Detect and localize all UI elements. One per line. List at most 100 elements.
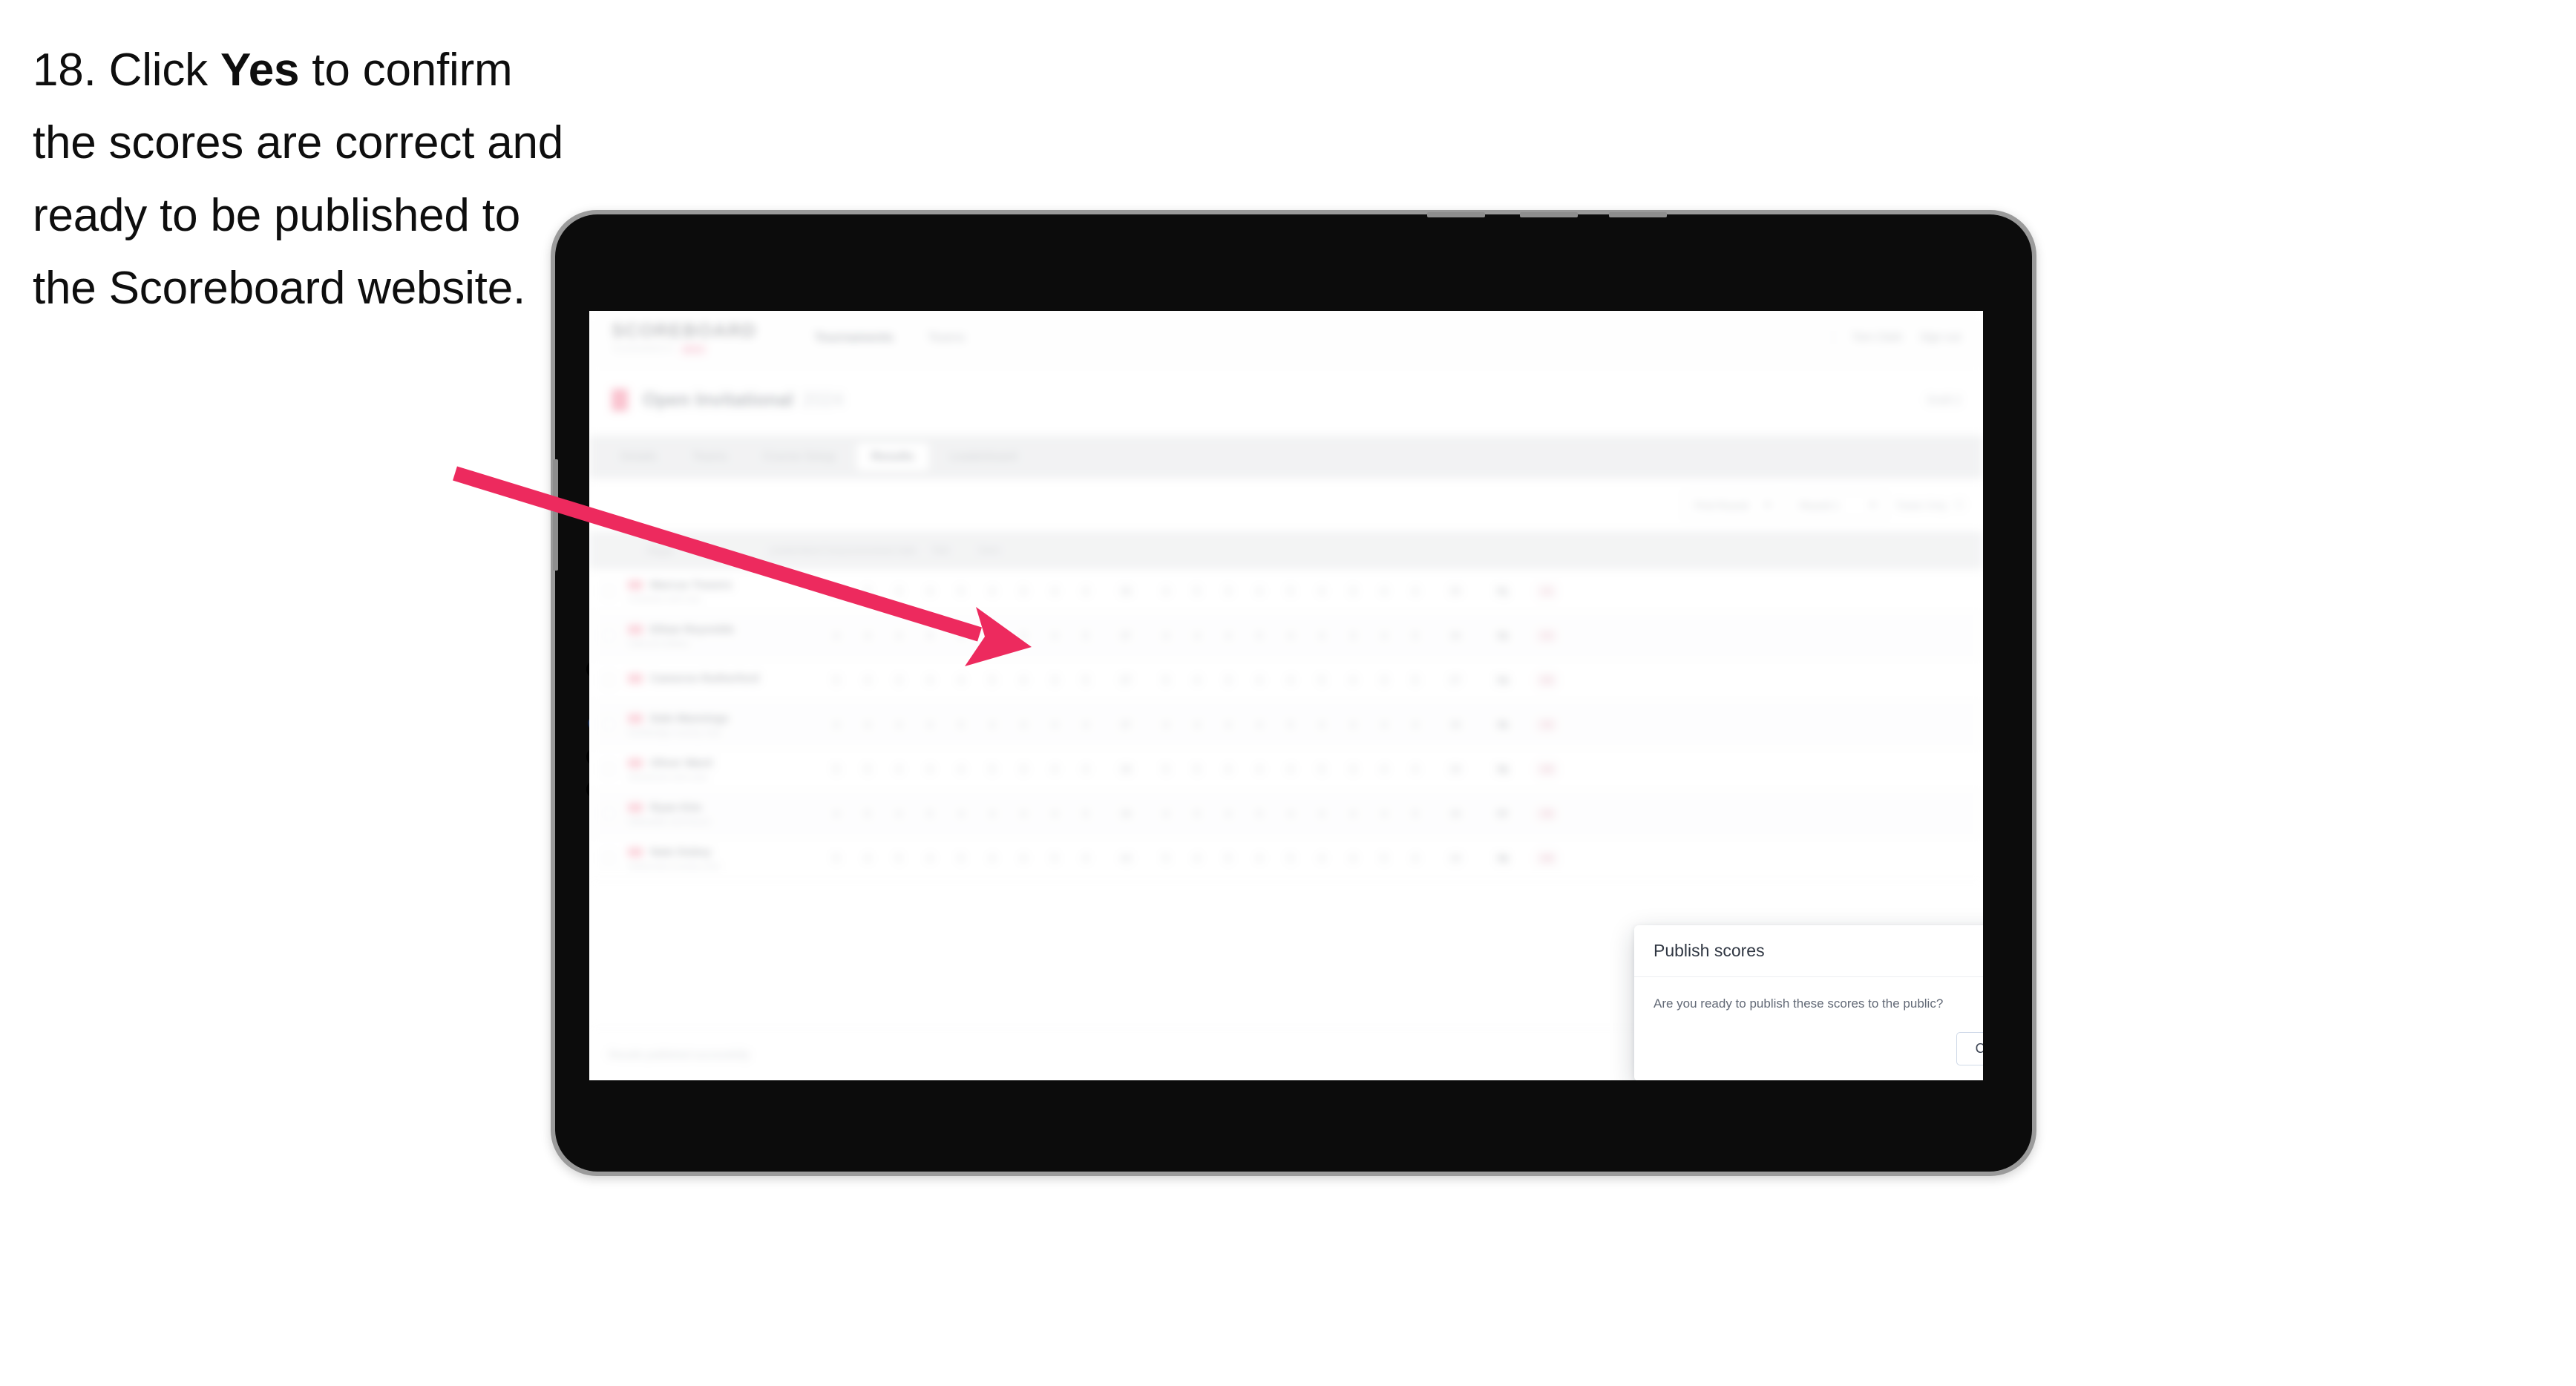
score-hole-14[interactable]: 4 xyxy=(1275,674,1306,686)
score-in[interactable]: 38 xyxy=(1431,808,1480,819)
score-hole-6[interactable]: 5 xyxy=(977,674,1008,686)
score-hole-1[interactable]: 5 xyxy=(821,674,852,686)
score-hole-11[interactable]: 4 xyxy=(1182,674,1213,686)
score-in[interactable]: 38 xyxy=(1431,719,1480,730)
row-checkbox[interactable] xyxy=(589,718,628,731)
score-hole-18[interactable]: 5 xyxy=(1400,630,1431,641)
score-hole-10[interactable]: 5 xyxy=(1150,674,1182,686)
score-hole-9[interactable]: 4 xyxy=(1070,763,1101,775)
app-logo[interactable]: SCOREBOARD TOURNAMENTS BETA xyxy=(612,321,757,355)
score-hole-17[interactable]: 4 xyxy=(1369,585,1400,597)
score-hole-15[interactable]: 4 xyxy=(1306,630,1337,641)
score-hole-16[interactable]: 4 xyxy=(1337,808,1369,819)
score-out[interactable]: 37 xyxy=(1101,630,1150,641)
table-row[interactable]: Nate Dubey Harborview Country Club 5 4 5 4 5 4 4… xyxy=(589,836,1983,881)
score-hole-1[interactable]: 5 xyxy=(821,763,852,775)
score-hole-8[interactable]: 4 xyxy=(1039,808,1070,819)
tab-leaderboard[interactable]: Leaderboard xyxy=(935,443,1032,471)
score-hole-14[interactable]: 5 xyxy=(1275,719,1306,730)
score-hole-4[interactable]: 4 xyxy=(914,763,945,775)
score-hole-11[interactable]: 4 xyxy=(1182,853,1213,864)
tab-teams[interactable]: Teams xyxy=(678,443,742,471)
score-hole-9[interactable]: 5 xyxy=(1070,630,1101,641)
score-hole-4[interactable]: 5 xyxy=(914,808,945,819)
score-hole-10[interactable]: 4 xyxy=(1150,719,1182,730)
score-hole-11[interactable]: 5 xyxy=(1182,808,1213,819)
score-out[interactable]: 39 xyxy=(1101,808,1150,819)
checkbox-icon[interactable] xyxy=(602,585,615,597)
score-hole-3[interactable]: 3 xyxy=(883,674,914,686)
score-hole-7[interactable]: 3 xyxy=(1008,630,1039,641)
score-hole-1[interactable]: 4 xyxy=(821,585,852,597)
table-row[interactable]: Ethan Reynolds Oakmont Athletic 4 4 4 5 4 4 3 4 5 3… xyxy=(589,614,1983,658)
score-hole-14[interactable]: 4 xyxy=(1275,763,1306,775)
score-hole-8[interactable]: 4 xyxy=(1039,585,1070,597)
tab-details[interactable]: Details xyxy=(606,443,672,471)
totals-toggle[interactable]: Totals Only ☐ xyxy=(1895,499,1964,511)
table-row[interactable]: Marcus Travers Crestview Golf Club 4 5 3 4 5 4 3… xyxy=(589,569,1983,614)
score-hole-3[interactable]: 4 xyxy=(883,630,914,641)
row-checkbox[interactable] xyxy=(589,674,628,686)
score-out[interactable]: 40 xyxy=(1101,853,1150,864)
score-hole-11[interactable]: 4 xyxy=(1182,630,1213,641)
score-hole-18[interactable]: 5 xyxy=(1400,674,1431,686)
tab-course-setup[interactable]: Course Setup xyxy=(748,443,851,471)
score-hole-5[interactable]: 5 xyxy=(945,585,977,597)
score-hole-12[interactable]: 3 xyxy=(1213,585,1244,597)
score-hole-6[interactable]: 4 xyxy=(977,630,1008,641)
score-hole-15[interactable]: 4 xyxy=(1306,853,1337,864)
score-hole-16[interactable]: 4 xyxy=(1337,853,1369,864)
score-hole-7[interactable]: 4 xyxy=(1008,719,1039,730)
score-hole-14[interactable]: 4 xyxy=(1275,630,1306,641)
row-checkbox[interactable] xyxy=(589,852,628,864)
score-hole-11[interactable]: 4 xyxy=(1182,719,1213,730)
score-hole-13[interactable]: 4 xyxy=(1244,585,1275,597)
score-in[interactable]: 35 xyxy=(1431,585,1480,597)
score-hole-7[interactable]: 4 xyxy=(1008,808,1039,819)
table-row[interactable]: Oliver Ward Silverbrook Golf Links 5 5 4 4 4 5 3… xyxy=(589,747,1983,792)
score-hole-2[interactable]: 5 xyxy=(852,763,883,775)
score-hole-13[interactable]: 5 xyxy=(1244,630,1275,641)
score-hole-2[interactable]: 5 xyxy=(852,808,883,819)
search-input[interactable] xyxy=(609,490,1674,520)
sort-select[interactable]: Round 1 ▾ xyxy=(1790,490,1886,520)
nav-item-teams[interactable]: Teams xyxy=(928,330,965,345)
score-hole-15[interactable]: 4 xyxy=(1306,585,1337,597)
hardware-button-top-3[interactable] xyxy=(1609,212,1667,217)
table-row[interactable]: Dale Mannings Northbridge Country Club 4 4 4… xyxy=(589,703,1983,747)
score-hole-8[interactable]: 4 xyxy=(1039,763,1070,775)
checkbox-icon[interactable] xyxy=(602,629,615,642)
score-hole-2[interactable]: 4 xyxy=(852,674,883,686)
checkbox-icon[interactable] xyxy=(602,807,615,820)
score-hole-18[interactable]: 4 xyxy=(1400,763,1431,775)
score-out[interactable]: 36 xyxy=(1101,585,1150,597)
score-hole-11[interactable]: 5 xyxy=(1182,763,1213,775)
score-hole-18[interactable]: 4 xyxy=(1400,585,1431,597)
score-hole-12[interactable]: 4 xyxy=(1213,763,1244,775)
score-hole-17[interactable]: 4 xyxy=(1369,808,1400,819)
score-hole-5[interactable]: 4 xyxy=(945,630,977,641)
round-select[interactable]: First Round ▾ xyxy=(1685,490,1780,520)
score-hole-10[interactable]: 5 xyxy=(1150,853,1182,864)
hardware-button-top-2[interactable] xyxy=(1520,212,1578,217)
score-hole-10[interactable]: 4 xyxy=(1150,585,1182,597)
score-hole-15[interactable]: 5 xyxy=(1306,763,1337,775)
score-hole-17[interactable]: 4 xyxy=(1369,719,1400,730)
tab-results[interactable]: Results xyxy=(856,443,929,471)
score-hole-2[interactable]: 5 xyxy=(852,585,883,597)
score-out[interactable]: 38 xyxy=(1101,763,1150,775)
score-hole-6[interactable]: 4 xyxy=(977,719,1008,730)
score-in[interactable]: 36 xyxy=(1431,630,1480,641)
score-hole-2[interactable]: 4 xyxy=(852,630,883,641)
score-out[interactable]: 37 xyxy=(1101,719,1150,730)
score-hole-10[interactable]: 4 xyxy=(1150,808,1182,819)
score-hole-13[interactable]: 5 xyxy=(1244,808,1275,819)
score-hole-13[interactable]: 4 xyxy=(1244,763,1275,775)
score-hole-12[interactable]: 4 xyxy=(1213,808,1244,819)
score-hole-2[interactable]: 4 xyxy=(852,719,883,730)
score-hole-1[interactable]: 5 xyxy=(821,853,852,864)
score-hole-16[interactable]: 3 xyxy=(1337,763,1369,775)
score-hole-16[interactable]: 4 xyxy=(1337,674,1369,686)
score-hole-5[interactable]: 4 xyxy=(945,808,977,819)
hardware-button-top-1[interactable] xyxy=(1427,212,1485,217)
